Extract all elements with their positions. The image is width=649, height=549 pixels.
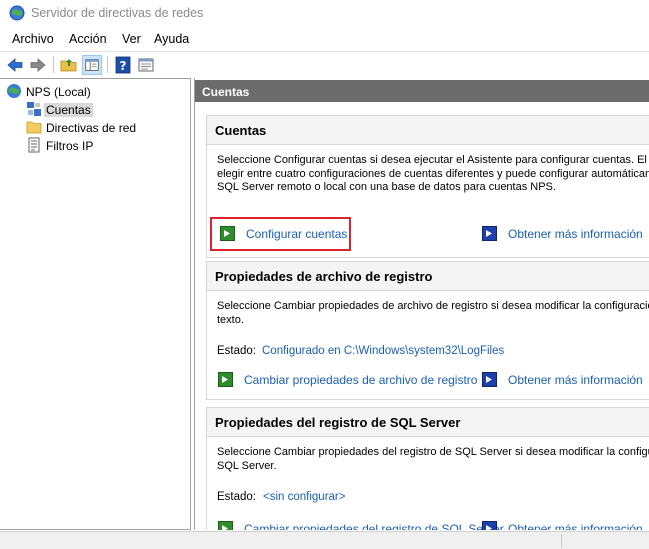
section-registro-sql: Propiedades del registro de SQL Server S…: [206, 407, 649, 530]
status-value-link[interactable]: Configurado en C:\Windows\system32\LogFi…: [262, 345, 504, 357]
desc-line: SQL Server.: [217, 459, 277, 472]
tree-item-label: Directivas de red: [46, 121, 137, 135]
properties-icon[interactable]: [136, 55, 156, 75]
nps-globe-icon: [7, 84, 21, 98]
status-value-link[interactable]: <sin configurar>: [263, 491, 345, 503]
toolbar: ?: [0, 51, 649, 76]
desc-line: Seleccione Configurar cuentas si desea e…: [217, 154, 649, 166]
menu-ayuda[interactable]: Ayuda: [154, 32, 189, 46]
svg-text:?: ?: [120, 59, 127, 73]
link-label: Cambiar propiedades de archivo de regist…: [244, 373, 478, 387]
nps-window: Servidor de directivas de redes Archivo …: [0, 0, 649, 549]
tree-item-label: NPS (Local): [26, 85, 91, 99]
section-header: Cuentas: [207, 116, 649, 145]
info-arrow-icon: [482, 226, 497, 241]
tree-item-filtros-ip[interactable]: Filtros IP: [26, 137, 186, 154]
info-arrow-icon: [482, 521, 497, 530]
status-bar: [0, 531, 649, 549]
back-arrow-icon[interactable]: [5, 55, 25, 75]
go-arrow-icon: [220, 226, 235, 241]
forward-arrow-icon[interactable]: [28, 55, 48, 75]
link-label: Cambiar propiedades del registro de SQL …: [244, 522, 504, 530]
accounting-icon: [27, 102, 41, 116]
show-tree-button[interactable]: [82, 55, 102, 75]
section-header: Propiedades del registro de SQL Server: [207, 408, 649, 437]
link-label: Configurar cuentas: [246, 227, 348, 241]
cambiar-archivo-registro-link[interactable]: Cambiar propiedades de archivo de regist…: [218, 372, 477, 388]
info-arrow-icon: [482, 372, 497, 387]
obtener-informacion-link[interactable]: Obtener más información: [482, 372, 643, 388]
toolbar-separator: [53, 56, 54, 73]
section-archivo-registro: Propiedades de archivo de registro Selec…: [206, 261, 649, 400]
nps-app-icon: [9, 5, 25, 21]
link-label: Obtener más información: [508, 522, 643, 530]
desc-line: texto.: [217, 313, 244, 326]
console-tree: NPS (Local) Cuentas Directivas de red Fi…: [0, 78, 191, 530]
obtener-informacion-link[interactable]: Obtener más información: [482, 521, 643, 530]
section-title: Propiedades de archivo de registro: [215, 269, 433, 284]
desc-line: elegir entre cuatro configuraciones de c…: [217, 167, 649, 180]
tree-item-label: Filtros IP: [46, 139, 94, 153]
section-description: Seleccione Cambiar propiedades de archiv…: [217, 300, 649, 327]
window-title: Servidor de directivas de redes: [31, 6, 204, 20]
filter-icon: [28, 137, 40, 153]
folder-up-icon[interactable]: [59, 55, 79, 75]
menu-accion[interactable]: Acción: [69, 32, 107, 46]
configurar-cuentas-link[interactable]: Configurar cuentas: [220, 226, 350, 242]
link-label: Obtener más información: [508, 373, 643, 387]
desc-line: SQL Server remoto o local con una base d…: [217, 181, 556, 193]
status-bar-divider: [561, 534, 562, 548]
title-bar[interactable]: Servidor de directivas de redes: [0, 0, 649, 28]
show-tree-icon: [85, 59, 99, 71]
cambiar-registro-sql-link[interactable]: Cambiar propiedades del registro de SQL …: [218, 521, 504, 530]
link-label: Obtener más información: [508, 227, 643, 241]
menu-ver[interactable]: Ver: [122, 32, 141, 46]
section-description: Seleccione Configurar cuentas si desea e…: [217, 154, 649, 195]
tree-item-nps-local[interactable]: NPS (Local): [6, 83, 186, 100]
desc-line: Seleccione Cambiar propiedades de archiv…: [217, 300, 649, 312]
pane-title: Cuentas: [202, 85, 250, 99]
tree-item-directivas[interactable]: Directivas de red: [26, 119, 186, 136]
menu-archivo[interactable]: Archivo: [12, 32, 54, 46]
section-description: Seleccione Cambiar propiedades del regis…: [217, 446, 649, 473]
go-arrow-icon: [218, 372, 233, 387]
section-header: Propiedades de archivo de registro: [207, 262, 649, 291]
section-title: Propiedades del registro de SQL Server: [215, 415, 461, 430]
pane-header: Cuentas: [195, 80, 649, 102]
menu-bar: Archivo Acción Ver Ayuda: [0, 29, 649, 49]
help-icon[interactable]: ?: [113, 55, 133, 75]
tree-item-label: Cuentas: [44, 103, 93, 117]
status-label: Estado:: [217, 491, 256, 503]
status-label: Estado:: [217, 345, 256, 357]
section-title: Cuentas: [215, 123, 267, 138]
folder-icon: [26, 121, 42, 134]
toolbar-separator: [107, 56, 108, 73]
details-pane: Cuentas Cuentas Seleccione Configurar cu…: [194, 78, 649, 530]
section-cuentas: Cuentas Seleccione Configurar cuentas si…: [206, 115, 649, 258]
obtener-informacion-link[interactable]: Obtener más información: [482, 226, 643, 242]
tree-item-cuentas[interactable]: Cuentas: [26, 101, 186, 118]
go-arrow-icon: [218, 521, 233, 530]
desc-line: Seleccione Cambiar propiedades del regis…: [217, 446, 649, 458]
